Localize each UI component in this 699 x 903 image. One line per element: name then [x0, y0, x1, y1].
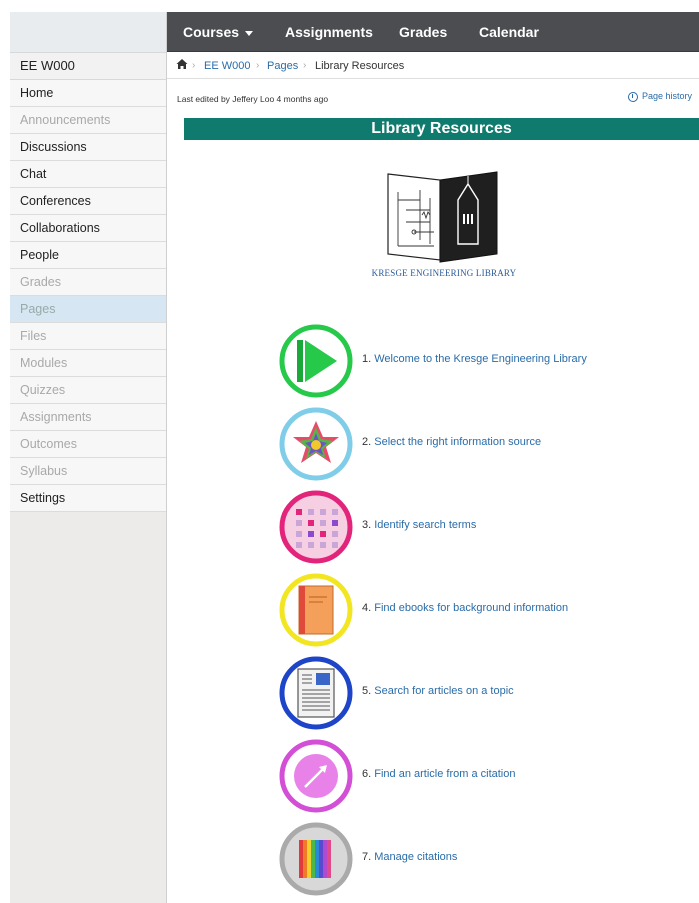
module-4-number: 4.	[362, 602, 372, 614]
logo-caption: KRESGE ENGINEERING LIBRARY	[371, 268, 517, 278]
sidebar-item-assignments[interactable]: Assignments	[10, 404, 166, 431]
module-1-icon[interactable]	[279, 324, 353, 398]
module-1-link[interactable]: 1. Welcome to the Kresge Engineering Lib…	[362, 353, 587, 365]
breadcrumb-separator-icon: ›	[192, 60, 196, 71]
module-3-number: 3.	[362, 519, 372, 531]
sidebar-item-grades[interactable]: Grades	[10, 269, 166, 296]
sidebar-item-conferences[interactable]: Conferences	[10, 188, 166, 215]
page-gutter	[0, 0, 10, 903]
breadcrumb-pages-link[interactable]: Pages	[267, 60, 298, 72]
module-7-title: Manage citations	[374, 851, 458, 863]
sidebar-item-collaborations[interactable]: Collaborations	[10, 215, 166, 242]
module-6-link[interactable]: 6. Find an article from a citation	[362, 768, 515, 780]
breadcrumb-course-link[interactable]: EE W000	[204, 60, 250, 72]
sidebar-item-home[interactable]: Home	[10, 80, 166, 107]
sidebar-item-people[interactable]: People	[10, 242, 166, 269]
module-7-link[interactable]: 7. Manage citations	[362, 851, 457, 863]
caret-down-icon	[245, 30, 254, 36]
nav-courses[interactable]: Courses	[183, 12, 254, 52]
sidebar-item-quizzes[interactable]: Quizzes	[10, 377, 166, 404]
course-nav: Home Announcements Discussions Chat Conf…	[10, 80, 166, 512]
nav-calendar[interactable]: Calendar	[479, 12, 539, 52]
breadcrumb-separator-icon: ›	[256, 60, 260, 71]
nav-grades[interactable]: Grades	[399, 12, 447, 52]
page-history-link[interactable]: Page history	[628, 91, 692, 102]
module-5-icon[interactable]	[279, 656, 353, 730]
module-3-title: Identify search terms	[374, 519, 477, 531]
breadcrumb: › EE W000 › Pages › Library Resources	[167, 53, 699, 79]
module-4-title: Find ebooks for background information	[374, 602, 569, 614]
sidebar-item-settings[interactable]: Settings	[10, 485, 166, 512]
module-6-number: 6.	[362, 768, 372, 780]
sidebar-item-chat[interactable]: Chat	[10, 161, 166, 188]
breadcrumb-current: Library Resources	[315, 60, 405, 72]
clock-icon	[628, 91, 638, 102]
sidebar-item-files[interactable]: Files	[10, 323, 166, 350]
home-icon[interactable]	[176, 58, 188, 73]
module-7-icon[interactable]	[279, 822, 353, 896]
module-2-link[interactable]: 2. Select the right information source	[362, 436, 541, 448]
module-4-icon[interactable]	[279, 573, 353, 647]
nav-assignments[interactable]: Assignments	[285, 12, 373, 52]
sidebar-item-modules[interactable]: Modules	[10, 350, 166, 377]
page-title-banner: Library Resources	[184, 118, 699, 140]
sidebar-item-pages[interactable]: Pages	[10, 296, 166, 323]
module-5-title: Search for articles on a topic	[374, 685, 514, 697]
sidebar-item-outcomes[interactable]: Outcomes	[10, 431, 166, 458]
course-sidebar: EE W000 Home Announcements Discussions C…	[10, 12, 167, 903]
module-3-icon[interactable]	[279, 490, 353, 564]
page-history-label: Page history	[642, 91, 693, 101]
course-code[interactable]: EE W000	[10, 52, 166, 80]
module-6-title: Find an article from a citation	[374, 768, 516, 780]
module-6-icon[interactable]	[279, 739, 353, 813]
module-1-number: 1.	[362, 353, 372, 365]
module-2-number: 2.	[362, 436, 372, 448]
module-5-link[interactable]: 5. Search for articles on a topic	[362, 685, 514, 697]
module-1-title: Welcome to the Kresge Engineering Librar…	[374, 353, 587, 365]
module-7-number: 7.	[362, 851, 372, 863]
top-nav-bar: Courses Assignments Grades Calendar	[167, 12, 699, 52]
sidebar-item-syllabus[interactable]: Syllabus	[10, 458, 166, 485]
breadcrumb-separator-icon: ›	[303, 60, 307, 71]
nav-courses-label: Courses	[183, 24, 240, 40]
last-edited-text: Last edited by Jeffery Loo 4 months ago	[177, 94, 329, 104]
sidebar-item-announcements[interactable]: Announcements	[10, 107, 166, 134]
module-4-link[interactable]: 4. Find ebooks for background informatio…	[362, 602, 568, 614]
module-5-number: 5.	[362, 685, 372, 697]
sidebar-item-discussions[interactable]: Discussions	[10, 134, 166, 161]
module-2-icon[interactable]	[279, 407, 353, 481]
module-2-title: Select the right information source	[374, 436, 542, 448]
sidebar-header	[10, 12, 166, 52]
module-3-link[interactable]: 3. Identify search terms	[362, 519, 476, 531]
